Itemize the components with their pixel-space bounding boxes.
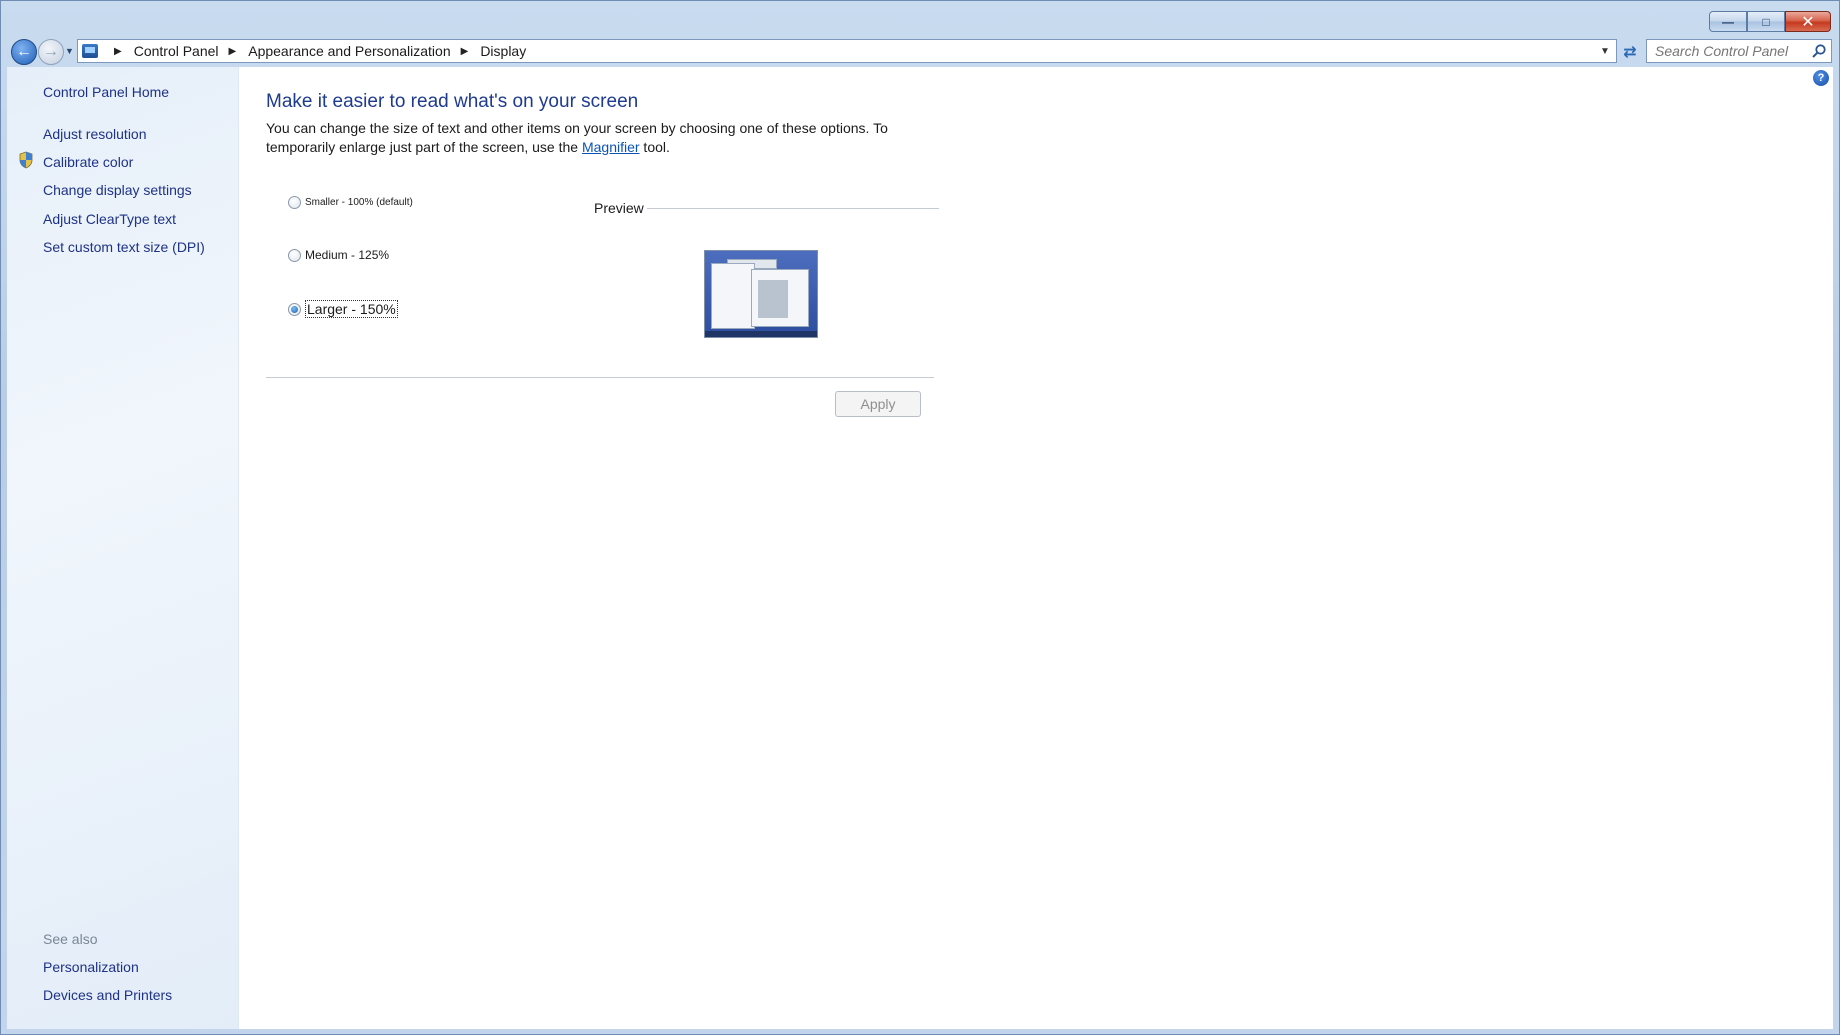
sidebar-item-adjust-cleartype[interactable]: Adjust ClearType text xyxy=(43,211,176,227)
section-divider xyxy=(266,377,934,378)
radio-smaller[interactable] xyxy=(288,196,301,209)
preview-window-right xyxy=(751,269,809,327)
breadcrumb-appearance[interactable]: Appearance and Personalization xyxy=(248,43,450,59)
refresh-icon: ⇄ xyxy=(1623,44,1637,61)
page-description: You can change the size of text and othe… xyxy=(266,119,906,157)
page-title: Make it easier to read what's on your sc… xyxy=(266,91,639,112)
navigation-bar: ← → ▼ ▶ Control Panel ▶ Appearance and P… xyxy=(1,37,1839,67)
see-also-personalization[interactable]: Personalization xyxy=(43,959,139,975)
sidebar-item-custom-dpi[interactable]: Set custom text size (DPI) xyxy=(43,239,205,255)
search-icon[interactable] xyxy=(1811,43,1827,59)
sidebar-item-calibrate-color[interactable]: Calibrate color xyxy=(43,154,133,170)
breadcrumb-control-panel[interactable]: Control Panel xyxy=(134,43,219,59)
chevron-down-icon: ▼ xyxy=(1600,45,1610,57)
back-button[interactable]: ← xyxy=(11,39,37,65)
maximize-button[interactable]: □ xyxy=(1747,11,1785,32)
window-controls: — □ ✕ xyxy=(1709,11,1831,32)
search-input[interactable] xyxy=(1655,43,1805,59)
option-smaller[interactable]: Smaller - 100% (default) xyxy=(288,196,413,209)
description-text: You can change the size of text and othe… xyxy=(266,120,888,155)
radio-medium[interactable] xyxy=(288,248,301,262)
apply-button[interactable]: Apply xyxy=(835,391,921,417)
arrow-left-icon: ← xyxy=(16,43,32,60)
option-smaller-label[interactable]: Smaller - 100% (default) xyxy=(305,197,413,208)
description-text-end: tool. xyxy=(639,139,670,155)
control-panel-window: — □ ✕ ← → ▼ ▶ Control Panel ▶ Appearance… xyxy=(0,0,1840,1035)
address-dropdown-button[interactable]: ▼ xyxy=(1594,40,1616,62)
forward-button[interactable]: → xyxy=(38,39,64,65)
magnifier-link[interactable]: Magnifier xyxy=(582,139,640,155)
option-larger[interactable]: Larger - 150% xyxy=(288,300,398,318)
address-bar[interactable]: ▶ Control Panel ▶ Appearance and Persona… xyxy=(77,39,1617,63)
refresh-button[interactable]: ⇄ xyxy=(1618,40,1642,64)
control-panel-icon xyxy=(82,44,98,58)
chevron-right-icon[interactable]: ▶ xyxy=(461,46,469,57)
sidebar-item-adjust-resolution[interactable]: Adjust resolution xyxy=(43,126,147,142)
main-panel: Make it easier to read what's on your sc… xyxy=(266,67,1826,1029)
close-button[interactable]: ✕ xyxy=(1785,11,1831,32)
title-bar: — □ ✕ xyxy=(1,1,1839,37)
option-medium-label[interactable]: Medium - 125% xyxy=(305,248,389,262)
shield-icon xyxy=(19,151,33,169)
chevron-right-icon[interactable]: ▶ xyxy=(229,46,237,57)
preview-image xyxy=(704,250,818,338)
recent-pages-dropdown[interactable]: ▼ xyxy=(65,46,74,56)
sidebar-item-change-display-settings[interactable]: Change display settings xyxy=(43,182,192,198)
sidebar: Control Panel Home Adjust resolution Cal… xyxy=(7,67,239,1029)
preview-window-left xyxy=(711,263,755,329)
preview-label: Preview xyxy=(594,200,644,216)
option-larger-label[interactable]: Larger - 150% xyxy=(305,300,398,318)
preview-taskbar xyxy=(705,331,817,337)
search-box[interactable] xyxy=(1646,39,1832,63)
content-area: Control Panel Home Adjust resolution Cal… xyxy=(7,67,1833,1029)
minimize-button[interactable]: — xyxy=(1709,11,1747,32)
arrow-right-icon: → xyxy=(43,43,59,60)
preview-divider xyxy=(647,208,939,209)
breadcrumb-display[interactable]: Display xyxy=(480,43,526,59)
see-also-heading: See also xyxy=(43,931,98,947)
radio-larger[interactable] xyxy=(288,302,301,316)
see-also-devices-printers[interactable]: Devices and Printers xyxy=(43,987,172,1003)
sidebar-item-home[interactable]: Control Panel Home xyxy=(43,84,169,100)
chevron-right-icon[interactable]: ▶ xyxy=(114,46,122,57)
option-medium[interactable]: Medium - 125% xyxy=(288,248,389,262)
